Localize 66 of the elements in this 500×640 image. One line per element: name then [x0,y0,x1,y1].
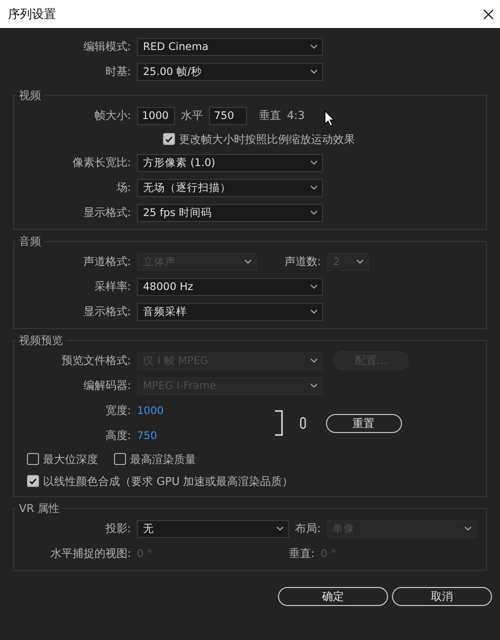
chevron-icon [310,185,318,190]
aspect-ratio: 4:3 [287,109,305,122]
chevron-icon [310,69,318,74]
field-label: 垂直 [259,108,281,123]
dropdown[interactable]: 无 [137,520,289,538]
field-label: 预览文件格式: [60,353,131,368]
reset-button[interactable]: 重置 [326,414,402,432]
height-value[interactable]: 750 [137,430,158,442]
field-label: 水平捕捉的视图: [49,546,131,561]
field-label: 声道格式: [82,254,131,269]
dropdown[interactable]: 音频采样 [137,302,323,320]
dropdown[interactable]: 无场（逐行扫描） [137,178,323,196]
field-label: 高度: [104,428,131,443]
field-label: 声道数: [283,254,321,269]
height-input[interactable]: 750 [209,106,247,124]
checkbox-label: 最高渲染质量 [130,452,196,466]
checkbox[interactable] [114,453,126,465]
dropdown[interactable]: 25.00 帧/秒 [137,62,323,80]
checkbox-label: 最大位深度 [43,452,98,466]
cancel-button[interactable]: 取消 [392,587,492,606]
dropdown[interactable]: 方形像素 (1.0) [137,154,323,172]
group-title: 视频预览 [18,333,64,348]
dropdown[interactable]: RED Cinema [137,38,323,56]
checkbox[interactable] [163,133,175,145]
group-title: VR 属性 [18,501,61,516]
checkbox[interactable] [27,453,39,465]
field-label: 采样率: [93,279,131,294]
dropdown[interactable]: 48000 Hz [137,278,323,296]
checkbox-label: 以线性颜色合成（要求 GPU 加速或最高渲染品质） [43,474,294,488]
ok-button[interactable]: 确定 [278,587,388,606]
field-label: 编解码器: [82,378,131,393]
width-value[interactable]: 1000 [137,404,164,416]
chevron-icon [356,259,364,264]
chevron-icon [244,259,252,264]
field-label: 水平 [181,108,203,123]
field-label: 编辑模式: [82,39,131,54]
field-label: 投影: [104,521,131,536]
close-icon[interactable] [483,8,494,20]
field-label: 像素长宽比: [71,155,131,170]
chevron-icon [310,358,318,363]
cursor-icon [324,110,335,127]
field-label: 场: [115,180,131,195]
chevron-icon [310,44,318,49]
chevron-icon [310,210,318,215]
field-label: 显示格式: [82,205,131,220]
field-label: 显示格式: [82,304,131,319]
width-input[interactable]: 1000 [137,106,175,124]
field-label: 宽度: [104,403,131,418]
field-label: 布局: [295,521,321,536]
field-label: 时基: [104,64,131,79]
checkbox[interactable] [27,475,39,487]
checkbox-label: 更改帧大小时按照比例缩放运动效果 [179,132,355,146]
bracket-icon [274,410,284,436]
field-label: 帧大小: [93,108,131,123]
chevron-icon [310,383,318,388]
group-title: 视频 [18,88,42,103]
chevron-icon [310,284,318,289]
chevron-icon [464,526,472,531]
chevron-icon [310,309,318,314]
window-title: 序列设置 [8,6,56,22]
link-icon[interactable] [300,417,306,429]
chevron-icon [310,160,318,165]
group-title: 音频 [18,234,42,249]
chevron-icon [276,526,284,531]
field-label: 垂直: [289,546,315,561]
dropdown[interactable]: 25 fps 时间码 [137,204,323,222]
